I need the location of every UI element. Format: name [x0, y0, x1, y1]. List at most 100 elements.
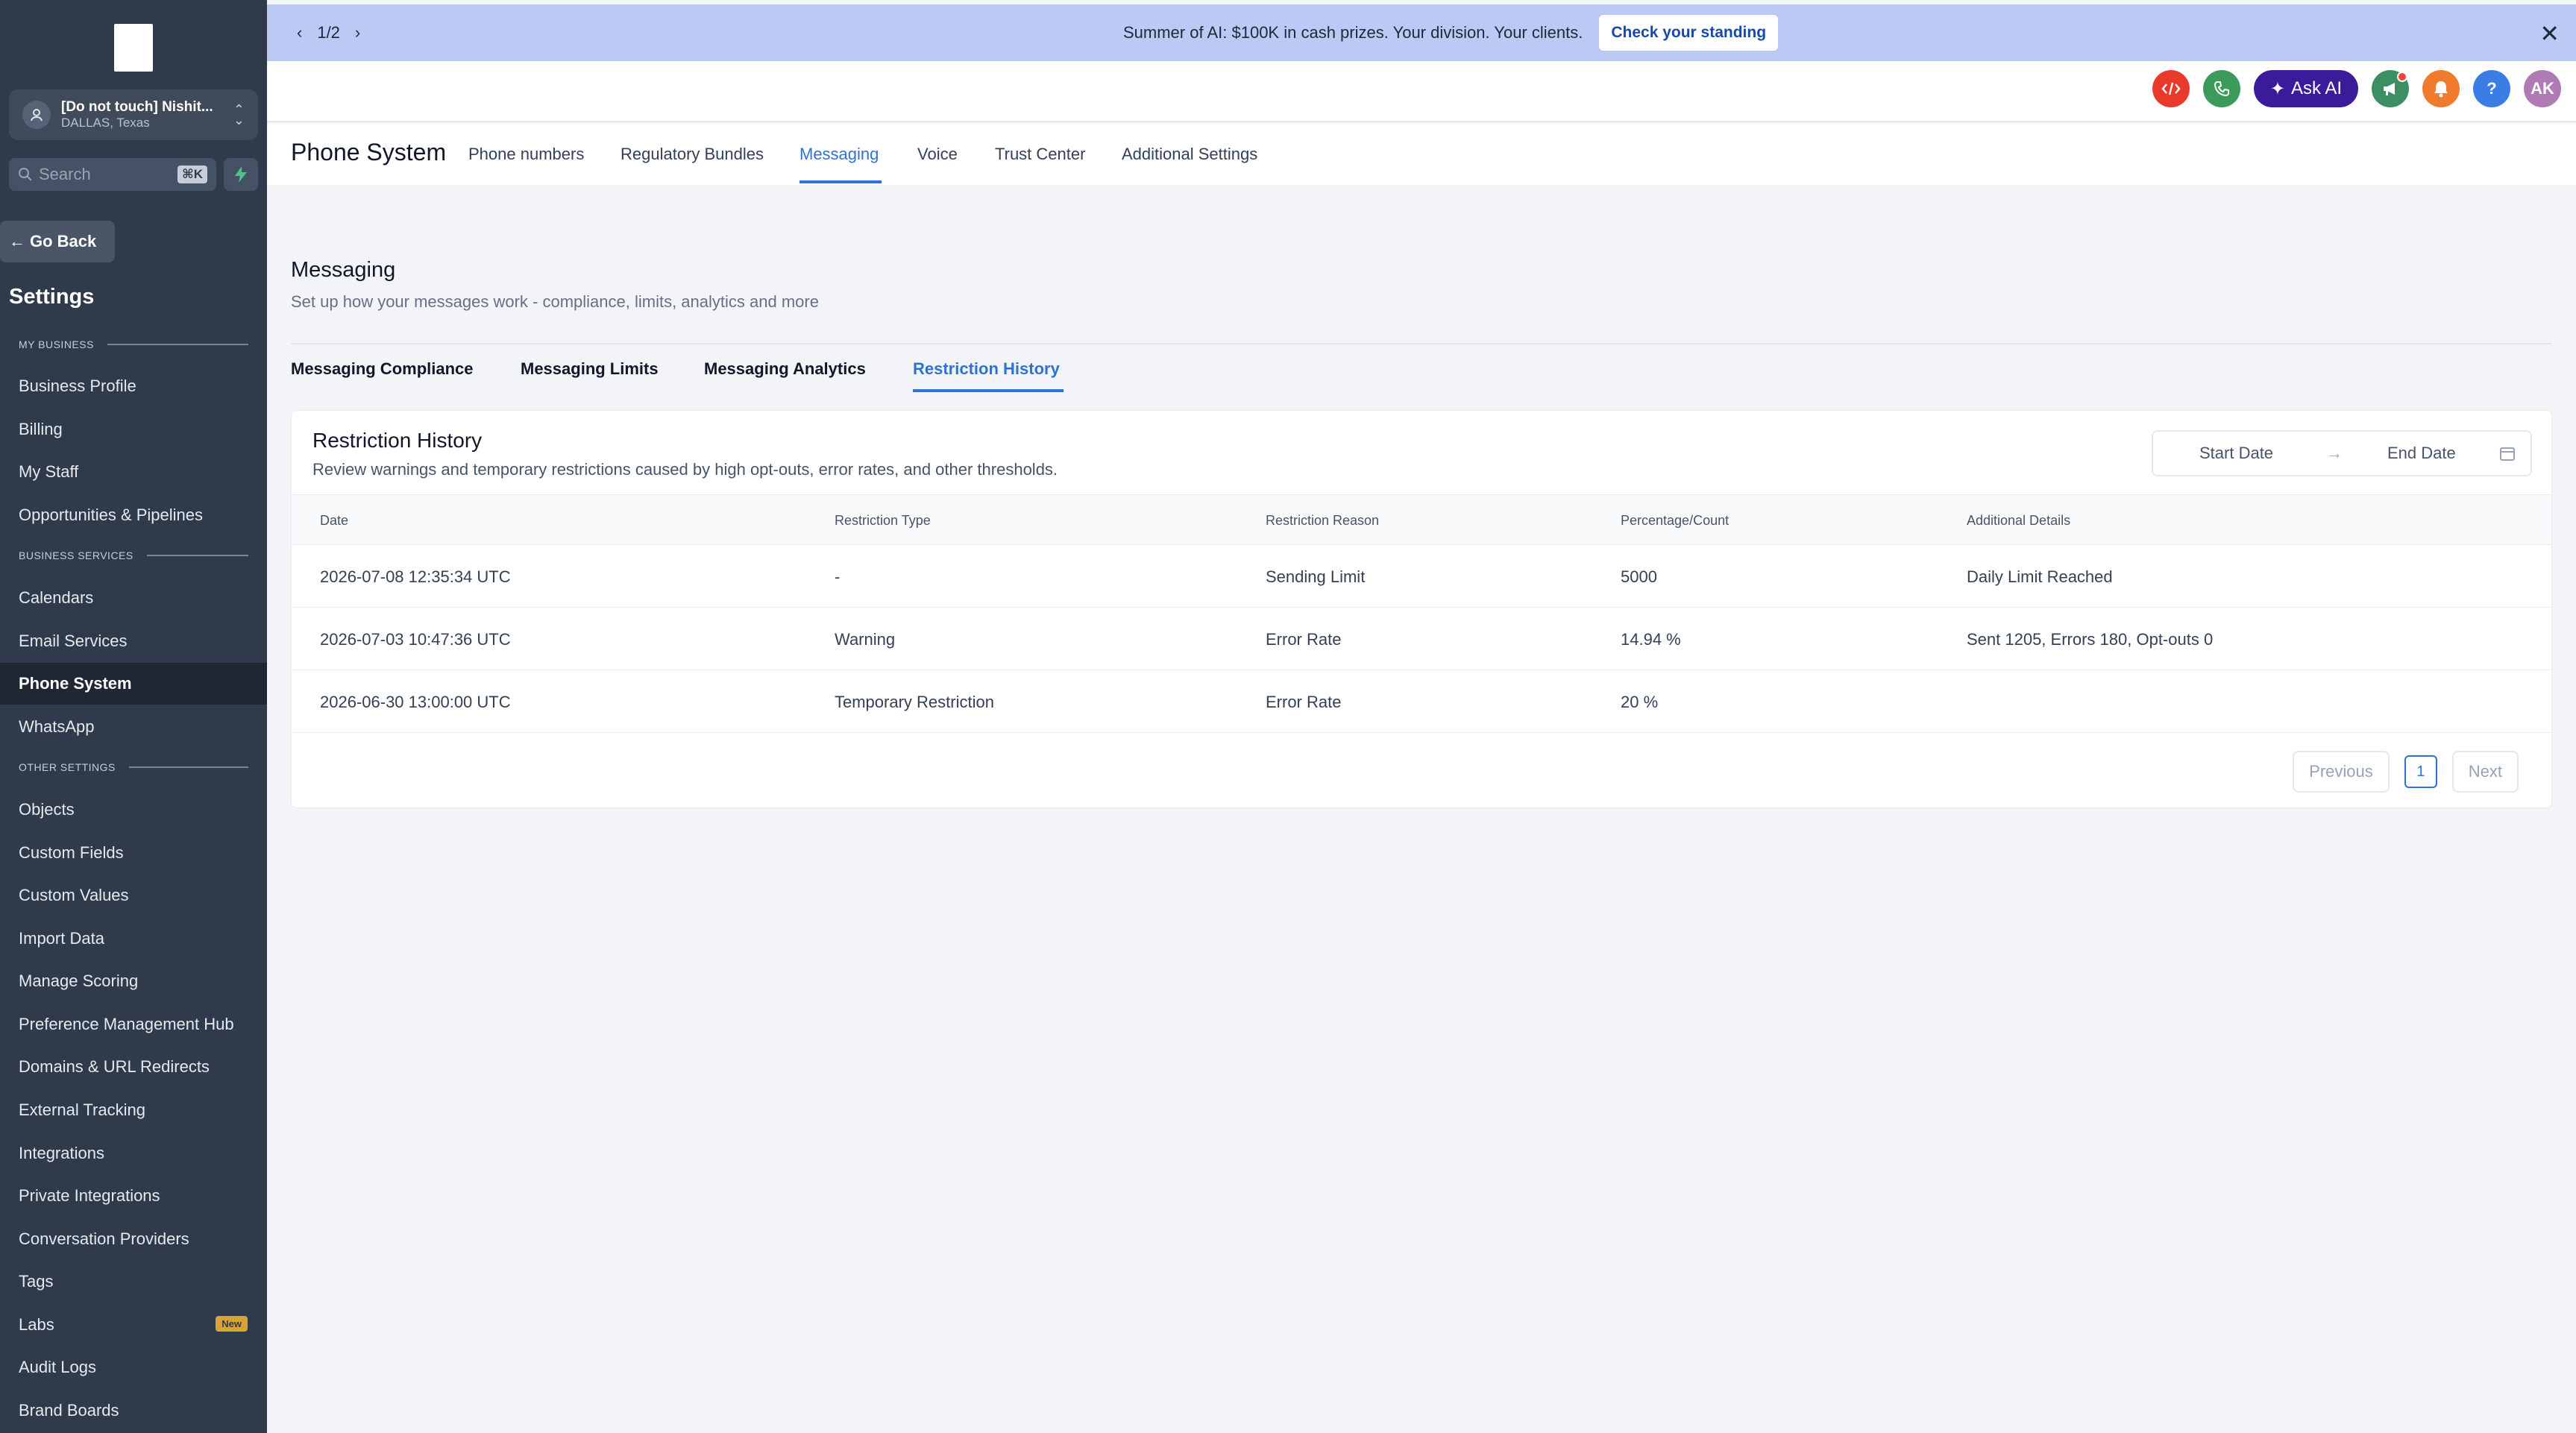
sidebar-item-custom-fields[interactable]: Custom Fields [0, 832, 267, 874]
cell-count: 20 % [1621, 693, 1659, 711]
tab-trust-center[interactable]: Trust Center [995, 145, 1085, 164]
sidebar-item-import-data[interactable]: Import Data [0, 918, 267, 960]
card-title: Restriction History [312, 429, 483, 452]
search-label: Search [39, 165, 91, 183]
previous-button[interactable]: Previous [2293, 751, 2390, 793]
column-restriction-type: Restriction Type [835, 513, 931, 528]
cell-reason: Sending Limit [1266, 567, 1366, 586]
sidebar-item-email-services[interactable]: Email Services [0, 620, 267, 662]
subtab-messaging-limits[interactable]: Messaging Limits [521, 359, 659, 379]
sidebar-item-audit-logs[interactable]: Audit Logs [0, 1347, 267, 1388]
sidebar-item-manage-scoring[interactable]: Manage Scoring [0, 960, 267, 1002]
top-bar: ✦ Ask AI ? AK [267, 61, 2576, 122]
sidebar-item-whatsapp[interactable]: WhatsApp [0, 706, 267, 748]
banner-page-count: 1/2 [317, 23, 340, 42]
date-range-picker[interactable]: Start Date → End Date [2152, 430, 2532, 476]
subtab-messaging-compliance[interactable]: Messaging Compliance [291, 359, 474, 379]
sidebar-item-objects[interactable]: Objects [0, 789, 267, 831]
start-date-field[interactable]: Start Date [2199, 444, 2273, 463]
megaphone-icon[interactable] [2372, 70, 2409, 107]
sidebar-item-labs[interactable]: Labs New [0, 1304, 267, 1346]
ask-ai-label: Ask AI [2290, 78, 2342, 98]
subtab-restriction-history[interactable]: Restriction History [913, 359, 1060, 379]
tab-regulatory-bundles[interactable]: Regulatory Bundles [621, 145, 764, 164]
phone-icon[interactable] [2202, 70, 2240, 107]
sidebar-search[interactable]: Search ⌘K [9, 158, 216, 191]
page-title: Phone System [291, 139, 447, 166]
sidebar-item-calendars[interactable]: Calendars [0, 577, 267, 619]
sidebar-item-domains[interactable]: Domains & URL Redirects [0, 1046, 267, 1088]
table-header: Date Restriction Type Restriction Reason… [292, 494, 2551, 545]
sidebar-item-tags[interactable]: Tags [0, 1261, 267, 1303]
active-subtab-indicator [913, 389, 1064, 392]
close-icon[interactable]: ✕ [2539, 19, 2560, 48]
restriction-history-card: Restriction History Review warnings and … [291, 410, 2552, 808]
sidebar-item-integrations[interactable]: Integrations [0, 1133, 267, 1174]
sidebar-item-custom-values[interactable]: Custom Values [0, 875, 267, 916]
sparkle-icon: ✦ [2269, 78, 2285, 99]
search-icon [19, 168, 32, 181]
banner-message-wrap: Summer of AI: $100K in cash prizes. Your… [1123, 4, 1779, 61]
sidebar-item-private-integrations[interactable]: Private Integrations [0, 1175, 267, 1217]
account-switcher[interactable]: [Do not touch] Nishit... DALLAS, Texas ⌃… [9, 89, 258, 140]
column-restriction-reason: Restriction Reason [1266, 513, 1380, 528]
tab-additional-settings[interactable]: Additional Settings [1122, 145, 1257, 164]
sidebar-item-preference-hub[interactable]: Preference Management Hub [0, 1004, 267, 1045]
column-additional-details: Additional Details [1967, 513, 2071, 528]
sidebar-item-conversation-providers[interactable]: Conversation Providers [0, 1218, 267, 1260]
messaging-title: Messaging [291, 258, 396, 282]
cell-details: Daily Limit Reached [1967, 567, 2113, 586]
section-label: BUSINESS SERVICES [19, 549, 133, 561]
calendar-icon[interactable] [2499, 445, 2516, 466]
sidebar-item-brand-boards[interactable]: Brand Boards [0, 1390, 267, 1432]
sidebar-item-my-staff[interactable]: My Staff [0, 451, 267, 493]
code-icon[interactable] [2152, 70, 2190, 107]
section-other-settings: OTHER SETTINGS [19, 761, 248, 773]
go-back-button[interactable]: ← Go Back [0, 221, 115, 262]
sidebar-item-opportunities[interactable]: Opportunities & Pipelines [0, 494, 267, 536]
company-logo [114, 24, 153, 72]
go-back-label: Go Back [30, 232, 97, 251]
tab-phone-numbers[interactable]: Phone numbers [468, 145, 584, 164]
sidebar: [Do not touch] Nishit... DALLAS, Texas ⌃… [0, 0, 267, 1433]
end-date-field[interactable]: End Date [2387, 444, 2456, 463]
sidebar-item-phone-system[interactable]: Phone System [0, 663, 267, 705]
location-icon [22, 101, 51, 129]
chevron-right-icon[interactable]: › [355, 23, 360, 42]
quick-actions-button[interactable] [224, 158, 258, 191]
messaging-subtitle: Set up how your messages work - complian… [291, 292, 819, 311]
cell-count: 14.94 % [1621, 630, 1681, 649]
divider [291, 343, 2552, 344]
section-business-services: BUSINESS SERVICES [19, 549, 248, 561]
settings-title: Settings [9, 285, 95, 309]
next-button[interactable]: Next [2451, 751, 2519, 793]
section-my-business: MY BUSINESS [19, 338, 248, 350]
page-number-button[interactable]: 1 [2404, 755, 2437, 788]
notification-dot [2397, 72, 2407, 82]
subtab-messaging-analytics[interactable]: Messaging Analytics [704, 359, 866, 379]
table-row: 2026-07-08 12:35:34 UTC - Sending Limit … [292, 545, 2551, 608]
cell-date: 2026-07-03 10:47:36 UTC [320, 630, 511, 649]
cell-type: Temporary Restriction [835, 693, 994, 711]
cell-date: 2026-06-30 13:00:00 UTC [320, 693, 511, 711]
check-standing-button[interactable]: Check your standing [1599, 15, 1779, 51]
account-name: [Do not touch] Nishit... [61, 99, 213, 116]
sidebar-item-business-profile[interactable]: Business Profile [0, 365, 267, 407]
cell-date: 2026-07-08 12:35:34 UTC [320, 567, 511, 586]
bell-icon[interactable] [2422, 70, 2460, 107]
tab-messaging[interactable]: Messaging [799, 145, 879, 164]
banner-message: Summer of AI: $100K in cash prizes. Your… [1123, 23, 1583, 42]
ask-ai-button[interactable]: ✦ Ask AI [2253, 70, 2358, 107]
sidebar-item-external-tracking[interactable]: External Tracking [0, 1089, 267, 1131]
sidebar-item-billing[interactable]: Billing [0, 409, 267, 450]
cell-type: - [835, 567, 841, 586]
pagination: Previous 1 Next [2278, 751, 2519, 793]
user-avatar[interactable]: AK [2524, 70, 2561, 107]
help-icon[interactable]: ? [2473, 70, 2510, 107]
cell-reason: Error Rate [1266, 693, 1342, 711]
lightning-icon [235, 166, 247, 183]
tab-voice[interactable]: Voice [917, 145, 958, 164]
section-label: OTHER SETTINGS [19, 761, 116, 773]
chevron-left-icon[interactable]: ‹ [297, 23, 302, 42]
labs-label: Labs [19, 1315, 54, 1334]
